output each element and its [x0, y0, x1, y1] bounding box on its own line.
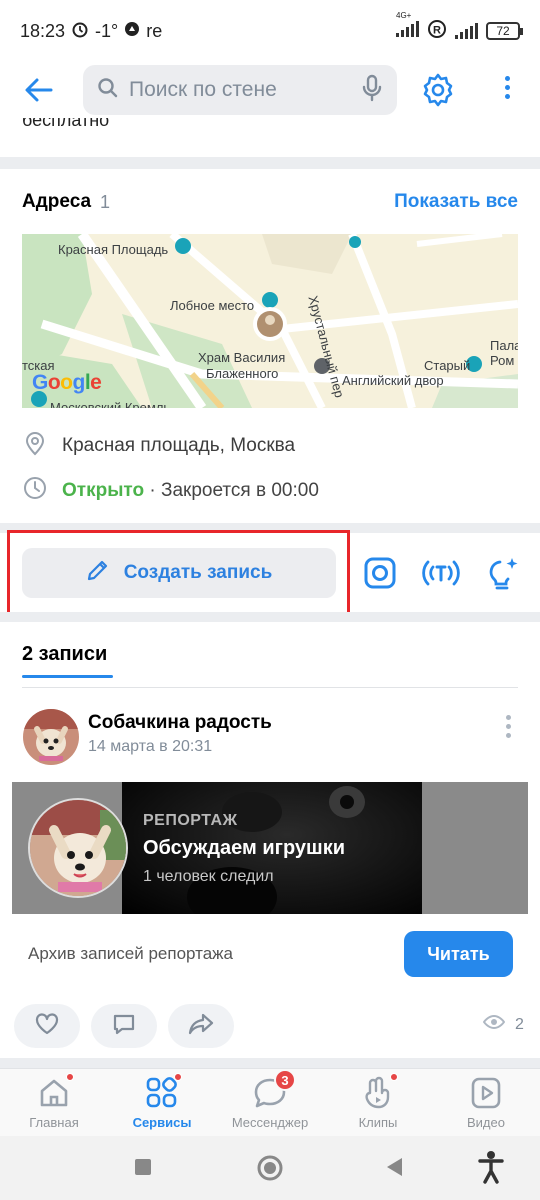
search-icon	[97, 77, 119, 104]
address-row[interactable]: Красная площадь, Москва	[22, 430, 295, 462]
report-avatar	[28, 798, 128, 898]
map-label-english-yard-1: Старый	[424, 358, 471, 373]
notification-dot	[174, 1073, 182, 1081]
share-arrow-icon	[187, 1012, 215, 1041]
address-text: Красная площадь, Москва	[62, 435, 296, 456]
like-button[interactable]	[14, 1004, 80, 1048]
top-header	[0, 62, 540, 118]
closing-time: · Закроется в 00:00	[149, 480, 319, 501]
status-time: 18:23	[20, 20, 66, 41]
status-carrier: re	[146, 20, 163, 41]
comment-icon	[111, 1011, 137, 1042]
tab-separator	[22, 687, 518, 688]
notification-dot	[66, 1073, 74, 1081]
tab-messenger-label: Мессенджер	[231, 1115, 309, 1130]
tab-messenger[interactable]: 3 Мессенджер	[220, 1069, 320, 1135]
posts-count-tab[interactable]: 2 записи	[22, 643, 107, 666]
status-bar: 18:23 -1° re 4G+ R 72	[0, 0, 540, 62]
truncated-text: бесплатно	[22, 118, 110, 130]
tab-underline	[22, 675, 113, 678]
author-avatar[interactable]	[23, 709, 79, 765]
map-label-red-square: Красная Площадь	[58, 242, 169, 257]
settings-gear-icon[interactable]	[420, 72, 456, 108]
post-date: 14 марта в 20:31	[88, 738, 213, 755]
messenger-badge: 3	[274, 1069, 296, 1091]
search-bar[interactable]	[83, 65, 397, 115]
google-logo: Google	[32, 371, 102, 394]
back-triangle-icon[interactable]	[384, 1156, 404, 1183]
eye-icon	[482, 1014, 506, 1035]
system-nav-bar	[0, 1136, 540, 1200]
home-icon	[36, 1073, 74, 1111]
notification-dot	[390, 1073, 398, 1081]
idea-bulb-icon[interactable]	[484, 554, 522, 592]
addresses-title: Адреса	[22, 191, 92, 212]
battery-level: 72	[496, 24, 510, 38]
archive-label: Архив записей репортажа	[28, 944, 234, 963]
section-divider	[0, 1058, 540, 1068]
tab-video-label: Видео	[467, 1115, 505, 1130]
back-arrow-icon[interactable]	[24, 76, 54, 104]
highlight-frame	[7, 530, 350, 616]
views-count: 2	[515, 1015, 524, 1033]
location-pin-icon	[22, 430, 48, 462]
share-button[interactable]	[168, 1004, 234, 1048]
section-divider	[0, 157, 540, 169]
location-dot-icon	[124, 21, 140, 42]
show-all-link[interactable]: Показать все	[394, 191, 518, 213]
report-title: Обсуждаем игрушки	[143, 837, 346, 859]
bottom-tab-bar: Главная Сервисы 3 Мессенджер Клипы Видео	[0, 1068, 540, 1136]
recent-apps-icon[interactable]	[134, 1158, 152, 1181]
more-menu-icon[interactable]	[497, 76, 517, 106]
instagram-icon[interactable]	[361, 554, 399, 592]
views-counter: 2	[482, 1014, 524, 1035]
addresses-count: 1	[100, 192, 111, 212]
post-more-icon[interactable]	[506, 715, 511, 738]
clips-icon	[360, 1073, 398, 1111]
map-label-kremlin: Московский Кремль	[50, 400, 171, 408]
map-label-right-cut-1: Пала	[490, 338, 518, 353]
search-input[interactable]	[129, 78, 349, 102]
signal-icon-2	[455, 23, 478, 39]
live-stream-icon[interactable]	[420, 554, 462, 592]
report-card[interactable]: РЕПОРТАЖ Обсуждаем игрушки 1 человек сле…	[12, 782, 528, 914]
report-kind: РЕПОРТАЖ	[143, 812, 238, 829]
signal-icon: 4G+	[396, 11, 419, 42]
comment-button[interactable]	[91, 1004, 157, 1048]
tab-services[interactable]: Сервисы	[112, 1073, 212, 1135]
registered-icon: R	[427, 19, 447, 44]
map-label-cathedral-1: Храм Василия	[198, 350, 286, 365]
report-watchers: 1 человек следил	[143, 868, 274, 885]
hours-row[interactable]: Открыто · Закроется в 00:00	[22, 475, 319, 507]
map-label-lobnoe: Лобное место	[170, 298, 255, 313]
svg-text:R: R	[433, 24, 441, 36]
accessibility-icon[interactable]	[478, 1150, 504, 1189]
tab-services-label: Сервисы	[132, 1115, 192, 1130]
video-icon	[468, 1075, 504, 1111]
post-author-name[interactable]: Собачкина радость	[88, 712, 272, 734]
home-circle-icon[interactable]	[256, 1154, 284, 1187]
battery-icon: 72	[486, 22, 523, 40]
messenger-icon: 3	[252, 1069, 296, 1111]
open-status: Открыто	[62, 480, 145, 501]
map-label-cathedral-2: Блаженного	[206, 366, 279, 381]
services-grid-icon	[144, 1073, 182, 1111]
section-divider	[0, 612, 540, 622]
microphone-icon[interactable]	[361, 74, 383, 107]
tab-home-label: Главная	[29, 1115, 79, 1130]
status-temp: -1°	[95, 20, 119, 41]
tab-home[interactable]: Главная	[4, 1073, 104, 1135]
network-type: 4G+	[396, 10, 412, 20]
read-button[interactable]: Читать	[404, 931, 513, 977]
tab-clips-label: Клипы	[358, 1115, 398, 1130]
tab-video[interactable]: Видео	[436, 1075, 536, 1135]
tab-clips[interactable]: Клипы	[328, 1073, 428, 1135]
alarm-icon	[71, 20, 89, 43]
map-label-right-cut-2: Ром	[490, 353, 515, 368]
clock-icon	[22, 475, 48, 507]
address-map[interactable]: Красная Площадь Лобное место Храм Васили…	[22, 234, 518, 408]
map-label-english-yard-2: Английский двор	[342, 373, 444, 388]
heart-icon	[34, 1012, 60, 1041]
